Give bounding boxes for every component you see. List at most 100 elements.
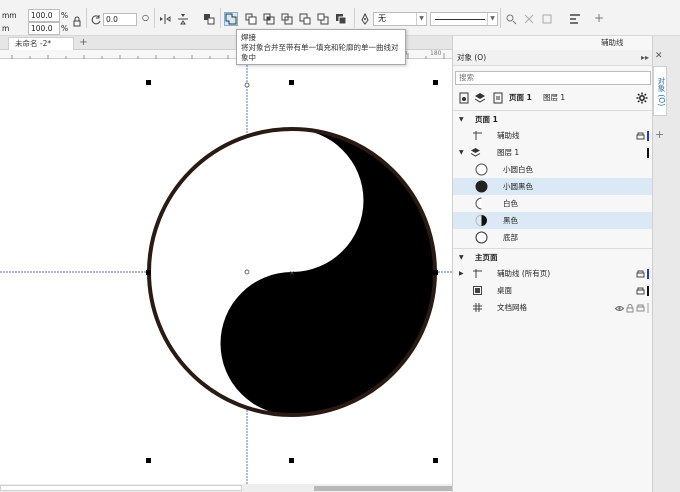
object-row-selected[interactable]: 小圆黑色 <box>453 178 653 195</box>
printer-icon[interactable] <box>636 132 645 141</box>
drawing-canvas[interactable]: × <box>0 59 452 484</box>
chevron-down-icon[interactable]: ▼ <box>459 144 464 161</box>
object-row[interactable]: 小圆白色 <box>453 161 653 178</box>
object-row-selected[interactable]: 黑色 <box>453 212 653 229</box>
outline-width-value: 无 <box>378 14 386 23</box>
white-shape-thumbnail-icon <box>475 197 488 210</box>
align-icon[interactable] <box>568 12 582 26</box>
page-navigator[interactable] <box>0 485 242 491</box>
desktop-icon <box>471 284 484 297</box>
scale-y-unit: % <box>61 24 69 33</box>
lock-ratio-icon[interactable] <box>70 15 84 29</box>
layer-color-swatch <box>647 148 649 158</box>
weld-tooltip: 焊接 将对象合并至带有单一填充和轮廓的单一曲线对象中 <box>236 29 406 65</box>
combine-icon[interactable] <box>540 12 554 26</box>
master-guides-row[interactable]: ▶ 辅助线 (所有页) <box>453 265 653 282</box>
node-marker <box>244 82 250 88</box>
horizontal-scrollbar[interactable] <box>0 484 452 492</box>
lock-icon[interactable] <box>626 303 634 313</box>
gear-icon[interactable] <box>635 91 649 105</box>
row-controls <box>636 269 649 279</box>
mirror-horizontal-icon[interactable] <box>158 12 172 26</box>
outline-width-select[interactable]: 无 ▼ <box>373 12 427 26</box>
current-layer-label[interactable]: 图层 1 <box>543 88 565 108</box>
page1-label: 页面 1 <box>475 115 498 124</box>
new-page-icon[interactable] <box>457 91 471 105</box>
guides-icon <box>471 267 484 280</box>
page1-section[interactable]: ▼ 页面 1 <box>453 110 653 127</box>
scroll-thumb[interactable] <box>314 486 452 491</box>
page-icon <box>491 91 505 105</box>
chevron-down-icon[interactable]: ▼ <box>459 249 464 266</box>
layer1-label: 图层 1 <box>497 148 520 157</box>
arrange-icon[interactable] <box>202 12 216 26</box>
separator <box>220 8 221 28</box>
add-docker-button[interactable]: + <box>655 128 664 141</box>
add-tab-button[interactable]: + <box>78 38 89 48</box>
rotation-field[interactable]: 0.0 <box>103 13 137 26</box>
separator <box>86 8 87 28</box>
printer-icon[interactable] <box>636 304 645 313</box>
layer-toolbar: 页面 1 图层 1 <box>453 88 653 108</box>
front-minus-back-button[interactable] <box>298 12 312 26</box>
objects-docker-tab-label: 对象 (O) <box>657 77 666 107</box>
row-controls <box>636 131 649 141</box>
printer-icon[interactable] <box>636 287 645 296</box>
pen-nib-icon <box>358 12 372 26</box>
search-input[interactable]: 搜索 <box>455 71 651 85</box>
objects-docker: 辅助线 对象 (O) ▸▸ 搜索 页面 1 图层 1 ▼ 页面 1 辅助线 ▼ … <box>452 36 653 492</box>
current-page-label[interactable]: 页面 1 <box>509 88 532 108</box>
chevron-down-icon[interactable]: ▼ <box>459 111 464 128</box>
layer-color-swatch <box>647 286 649 296</box>
document-tab[interactable]: 未命名 -2* <box>8 37 74 50</box>
width-unit: mm <box>2 11 17 20</box>
docker-title: 对象 (O) <box>457 53 487 62</box>
rotate-icon <box>89 13 103 27</box>
mirror-vertical-icon[interactable] <box>176 12 190 26</box>
layer-color-swatch <box>647 269 649 279</box>
row-controls <box>647 148 649 158</box>
object-label: 底部 <box>503 233 518 242</box>
intersect-button[interactable] <box>262 12 276 26</box>
boundary-button[interactable] <box>334 12 348 26</box>
yin-yang-drawing[interactable]: × <box>0 59 452 484</box>
scale-x-field[interactable]: 100.0 <box>28 9 60 22</box>
object-label: 黑色 <box>503 216 518 225</box>
document-grid-label: 文档网格 <box>497 303 527 312</box>
line-style-select[interactable]: ▼ <box>430 12 498 26</box>
scale-x-unit: % <box>61 11 69 20</box>
guides-docker-title[interactable]: 辅助线 <box>601 36 624 50</box>
objects-docker-tab[interactable]: 对象 (O) <box>653 66 667 116</box>
weld-button[interactable] <box>224 12 238 26</box>
eye-icon[interactable] <box>615 304 624 313</box>
break-apart-icon[interactable] <box>522 12 536 26</box>
master-guides-label: 辅助线 (所有页) <box>497 269 551 278</box>
guide-intersection <box>244 269 250 275</box>
layers-icon[interactable] <box>473 91 487 105</box>
guides-layer-row[interactable]: 辅助线 <box>453 127 653 144</box>
object-row[interactable]: 底部 <box>453 229 653 246</box>
collapse-docker-button[interactable]: ▸▸ <box>641 50 649 66</box>
line-style-preview <box>435 19 485 20</box>
degree-symbol: ○ <box>142 13 149 22</box>
back-minus-front-button[interactable] <box>316 12 330 26</box>
desktop-row[interactable]: 桌面 <box>453 282 653 299</box>
object-row[interactable]: 白色 <box>453 195 653 212</box>
close-icon[interactable]: ✕ <box>655 51 663 61</box>
layer-color-swatch <box>647 131 649 141</box>
base-circle-thumbnail-icon <box>475 231 488 244</box>
document-grid-row[interactable]: 文档网格 <box>453 299 653 316</box>
scale-y-field[interactable]: 100.0 <box>28 22 60 35</box>
docker-tab-strip: ✕ 对象 (O) + <box>652 36 680 492</box>
chevron-right-icon[interactable]: ▶ <box>459 265 464 282</box>
convert-to-curves-icon[interactable] <box>504 12 518 26</box>
layer-color-swatch <box>647 303 649 313</box>
simplify-button[interactable] <box>280 12 294 26</box>
add-toolbar-button[interactable]: + <box>594 11 604 25</box>
chevron-down-icon: ▼ <box>487 13 497 25</box>
trim-button[interactable] <box>244 12 258 26</box>
printer-icon[interactable] <box>636 270 645 279</box>
row-controls <box>615 303 649 313</box>
layer1-row[interactable]: ▼ 图层 1 <box>453 144 653 161</box>
master-page-section[interactable]: ▼ 主页面 <box>453 248 653 265</box>
